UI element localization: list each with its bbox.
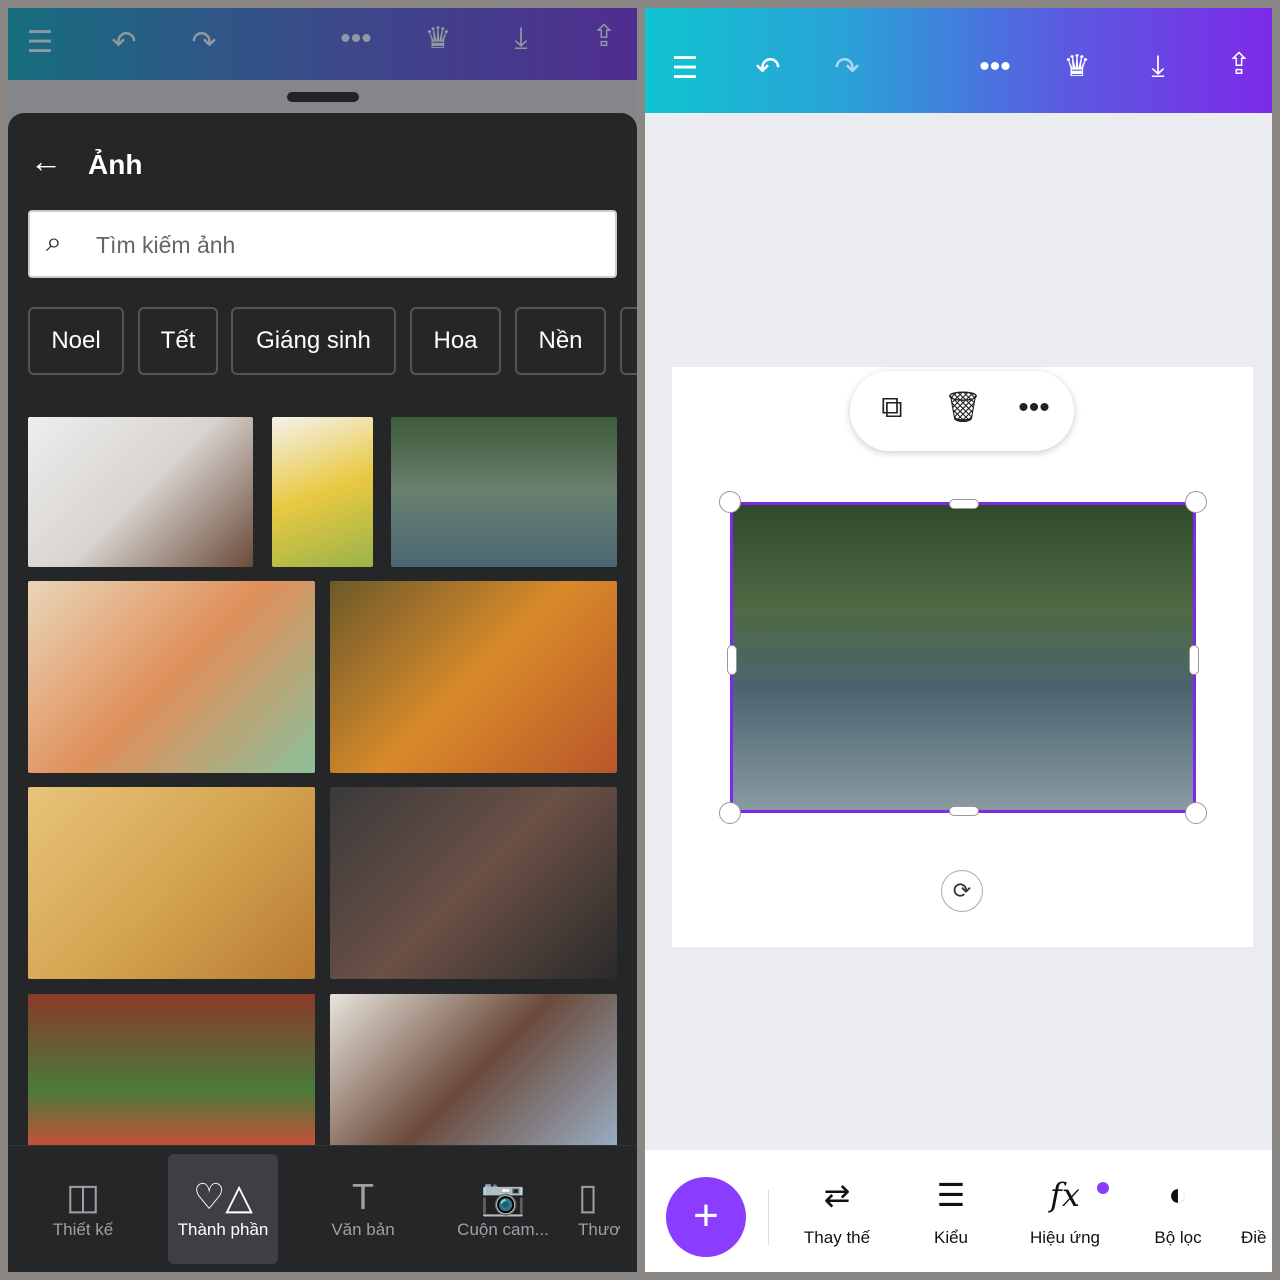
- adjust-icon: [1241, 1176, 1272, 1228]
- drag-handle[interactable]: [287, 92, 359, 102]
- resize-handle[interactable]: [1189, 645, 1199, 675]
- photo-thumbnail[interactable]: [28, 787, 315, 979]
- nav-thanh-phan[interactable]: ♡△ Thành phần: [168, 1154, 278, 1264]
- nav-label: Văn bản: [331, 1220, 395, 1239]
- left-screen: ☰ ↶ ↷ ••• ♛ ⤓ ⇪ ← Ảnh ⌕ Tìm kiếm ảnh Noe…: [8, 8, 637, 1272]
- style-icon: ☰: [936, 1177, 966, 1213]
- download-icon[interactable]: ⤓: [1138, 52, 1178, 82]
- tool-label: Kiểu: [933, 1228, 969, 1247]
- resize-handle[interactable]: [949, 499, 979, 509]
- camera-icon: 📷: [480, 1176, 526, 1217]
- tool-dieu-chinh[interactable]: Điề: [1241, 1176, 1272, 1248]
- photo-thumbnail[interactable]: [391, 417, 617, 567]
- chip-nen[interactable]: Nền: [515, 307, 606, 375]
- resize-handle[interactable]: [949, 806, 979, 816]
- redo-icon[interactable]: ↷: [184, 28, 224, 58]
- layout-icon: ◫: [65, 1176, 100, 1217]
- text-icon: T: [352, 1176, 374, 1217]
- top-toolbar: ☰ ↶ ↷ ••• ♛ ⤓ ⇪: [645, 8, 1272, 113]
- tool-label: Bộ lọc: [1154, 1228, 1202, 1247]
- bottom-nav: ◫ Thiết kế ♡△ Thành phần T Văn bản 📷 Cuộn ca…: [8, 1145, 637, 1272]
- tool-label: Hiệu ứng: [1030, 1228, 1100, 1247]
- share-icon[interactable]: ⇪: [584, 22, 624, 52]
- nav-label: Thiết kế: [52, 1220, 114, 1239]
- divider: [768, 1190, 769, 1245]
- nav-label: Cuộn cam...: [457, 1220, 549, 1239]
- trash-icon[interactable]: 🗑: [943, 393, 983, 423]
- photo-thumbnail[interactable]: [330, 581, 617, 773]
- photo-thumbnail[interactable]: [330, 787, 617, 979]
- crown-icon[interactable]: ♛: [1057, 52, 1097, 82]
- duplicate-icon[interactable]: ⧉: [872, 393, 912, 423]
- tool-label: Thay thế: [803, 1228, 871, 1247]
- tool-kieu[interactable]: ☰ Kiểu: [901, 1176, 1001, 1248]
- undo-icon[interactable]: ↶: [104, 28, 144, 58]
- undo-icon[interactable]: ↶: [748, 54, 788, 84]
- panel-title: Ảnh: [88, 149, 143, 180]
- redo-icon[interactable]: ↷: [827, 54, 867, 84]
- back-arrow-icon[interactable]: ←: [30, 143, 62, 180]
- photo-thumbnail[interactable]: [330, 994, 617, 1154]
- photo-thumbnail[interactable]: [28, 581, 315, 773]
- nav-label: Thươ: [578, 1220, 621, 1239]
- tool-thay-the[interactable]: ⇄ Thay thế: [787, 1176, 887, 1248]
- top-toolbar: ☰ ↶ ↷ ••• ♛ ⤓ ⇪: [8, 8, 637, 80]
- download-icon[interactable]: ⤓: [501, 24, 541, 54]
- nav-cuon-camera[interactable]: 📷 Cuộn cam...: [448, 1154, 558, 1264]
- photo-thumbnail[interactable]: [272, 417, 373, 567]
- selected-image[interactable]: [719, 491, 1207, 824]
- resize-handle[interactable]: [1185, 491, 1207, 513]
- elements-icon: ♡△: [193, 1176, 253, 1217]
- search-input[interactable]: ⌕ Tìm kiếm ảnh: [28, 210, 617, 278]
- tool-bo-loc[interactable]: ◐ Bộ lọc: [1128, 1176, 1228, 1248]
- context-menu: ⧉ 🗑 •••: [850, 371, 1074, 451]
- more-icon[interactable]: •••: [1014, 393, 1054, 423]
- rotate-icon[interactable]: ⟳: [941, 870, 983, 912]
- new-badge: [1097, 1182, 1109, 1194]
- resize-handle[interactable]: [727, 645, 737, 675]
- search-placeholder: Tìm kiếm ảnh: [96, 232, 236, 258]
- nav-thuong-hieu[interactable]: ▯ Thươ: [578, 1154, 637, 1264]
- more-icon[interactable]: •••: [975, 52, 1015, 82]
- nav-thiet-ke[interactable]: ◫ Thiết kế: [28, 1154, 138, 1264]
- resize-handle[interactable]: [719, 491, 741, 513]
- bottom-toolbar: + ⇄ Thay thế ☰ Kiểu fx Hiệu ứng ◐ Bộ lọc Điề: [645, 1150, 1272, 1272]
- photo-thumbnail[interactable]: [28, 417, 253, 567]
- menu-icon[interactable]: ☰: [665, 54, 705, 84]
- more-icon[interactable]: •••: [336, 24, 376, 54]
- tool-hieu-ung[interactable]: fx Hiệu ứng: [1015, 1176, 1115, 1248]
- share-icon[interactable]: ⇪: [1219, 50, 1259, 80]
- chip-noel[interactable]: Noel: [28, 307, 124, 375]
- chip-more[interactable]: [620, 307, 637, 375]
- nav-van-ban[interactable]: T Văn bản: [308, 1154, 418, 1264]
- add-button[interactable]: +: [666, 1177, 746, 1257]
- search-icon: ⌕: [46, 226, 62, 257]
- chip-giang-sinh[interactable]: Giáng sinh: [231, 307, 396, 375]
- photos-panel: ← Ảnh ⌕ Tìm kiếm ảnh Noel Tết Giáng sinh…: [8, 113, 637, 1154]
- tool-label: Điề: [1241, 1228, 1267, 1247]
- chip-tet[interactable]: Tết: [138, 307, 218, 375]
- nav-label: Thành phần: [177, 1220, 269, 1239]
- brand-icon: ▯: [578, 1176, 598, 1217]
- filter-icon: ◐: [1168, 1176, 1188, 1212]
- crown-icon[interactable]: ♛: [418, 24, 458, 54]
- right-screen: ☰ ↶ ↷ ••• ♛ ⤓ ⇪ ⧉ 🗑 ••• ⟳ + ⇄ Thay thế ☰ K…: [645, 8, 1272, 1272]
- photo-thumbnail[interactable]: [28, 994, 315, 1154]
- resize-handle[interactable]: [1185, 802, 1207, 824]
- menu-icon[interactable]: ☰: [20, 28, 60, 58]
- resize-handle[interactable]: [719, 802, 741, 824]
- chip-hoa[interactable]: Hoa: [410, 307, 501, 375]
- replace-icon: ⇄: [823, 1177, 851, 1213]
